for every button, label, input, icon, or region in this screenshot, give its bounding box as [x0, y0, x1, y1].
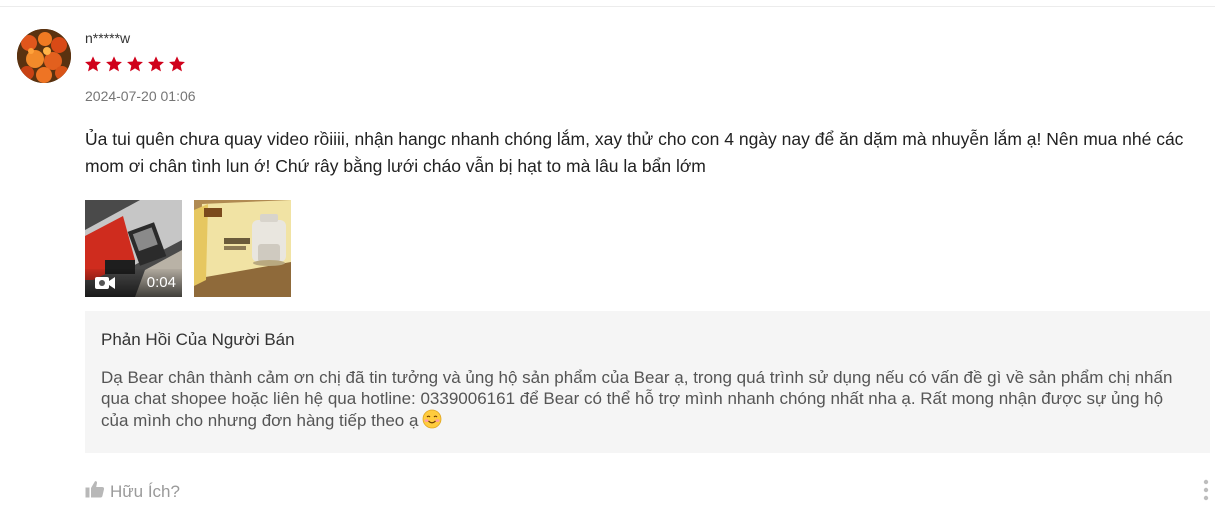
avatar[interactable] — [17, 29, 71, 83]
star-rating — [84, 55, 186, 73]
review-media: 0:04 — [85, 200, 291, 297]
review-datetime: 2024-07-20 01:06 — [85, 88, 196, 104]
image-thumbnail[interactable] — [194, 200, 291, 297]
video-thumbnail[interactable]: 0:04 — [85, 200, 182, 297]
thumbs-up-icon — [85, 480, 105, 503]
review-text: Ủa tui quên chưa quay video rồiiii, nhận… — [85, 129, 1184, 176]
more-vertical-icon[interactable] — [1203, 479, 1209, 506]
star-icon — [126, 55, 144, 73]
star-icon — [147, 55, 165, 73]
seller-reply-title: Phản Hồi Của Người Bán — [101, 330, 295, 349]
seller-reply: Phản Hồi Của Người Bán Dạ Bear chân thàn… — [85, 311, 1210, 453]
video-duration: 0:04 — [146, 274, 176, 291]
star-icon — [105, 55, 123, 73]
seller-reply-text: Dạ Bear chân thành cảm ơn chị đã tin tưở… — [101, 368, 1173, 430]
reviewer-username: n*****w — [85, 30, 131, 46]
star-icon — [84, 55, 102, 73]
helpful-label: Hữu Ích? — [110, 481, 180, 501]
star-icon — [168, 55, 186, 73]
helpful-button[interactable]: Hữu Ích? — [85, 480, 180, 503]
seller-reply-content: Dạ Bear chân thành cảm ơn chị đã tin tưở… — [101, 367, 1191, 434]
divider — [0, 6, 1215, 7]
smiling-face-icon — [422, 409, 442, 434]
video-camera-icon — [94, 275, 116, 291]
